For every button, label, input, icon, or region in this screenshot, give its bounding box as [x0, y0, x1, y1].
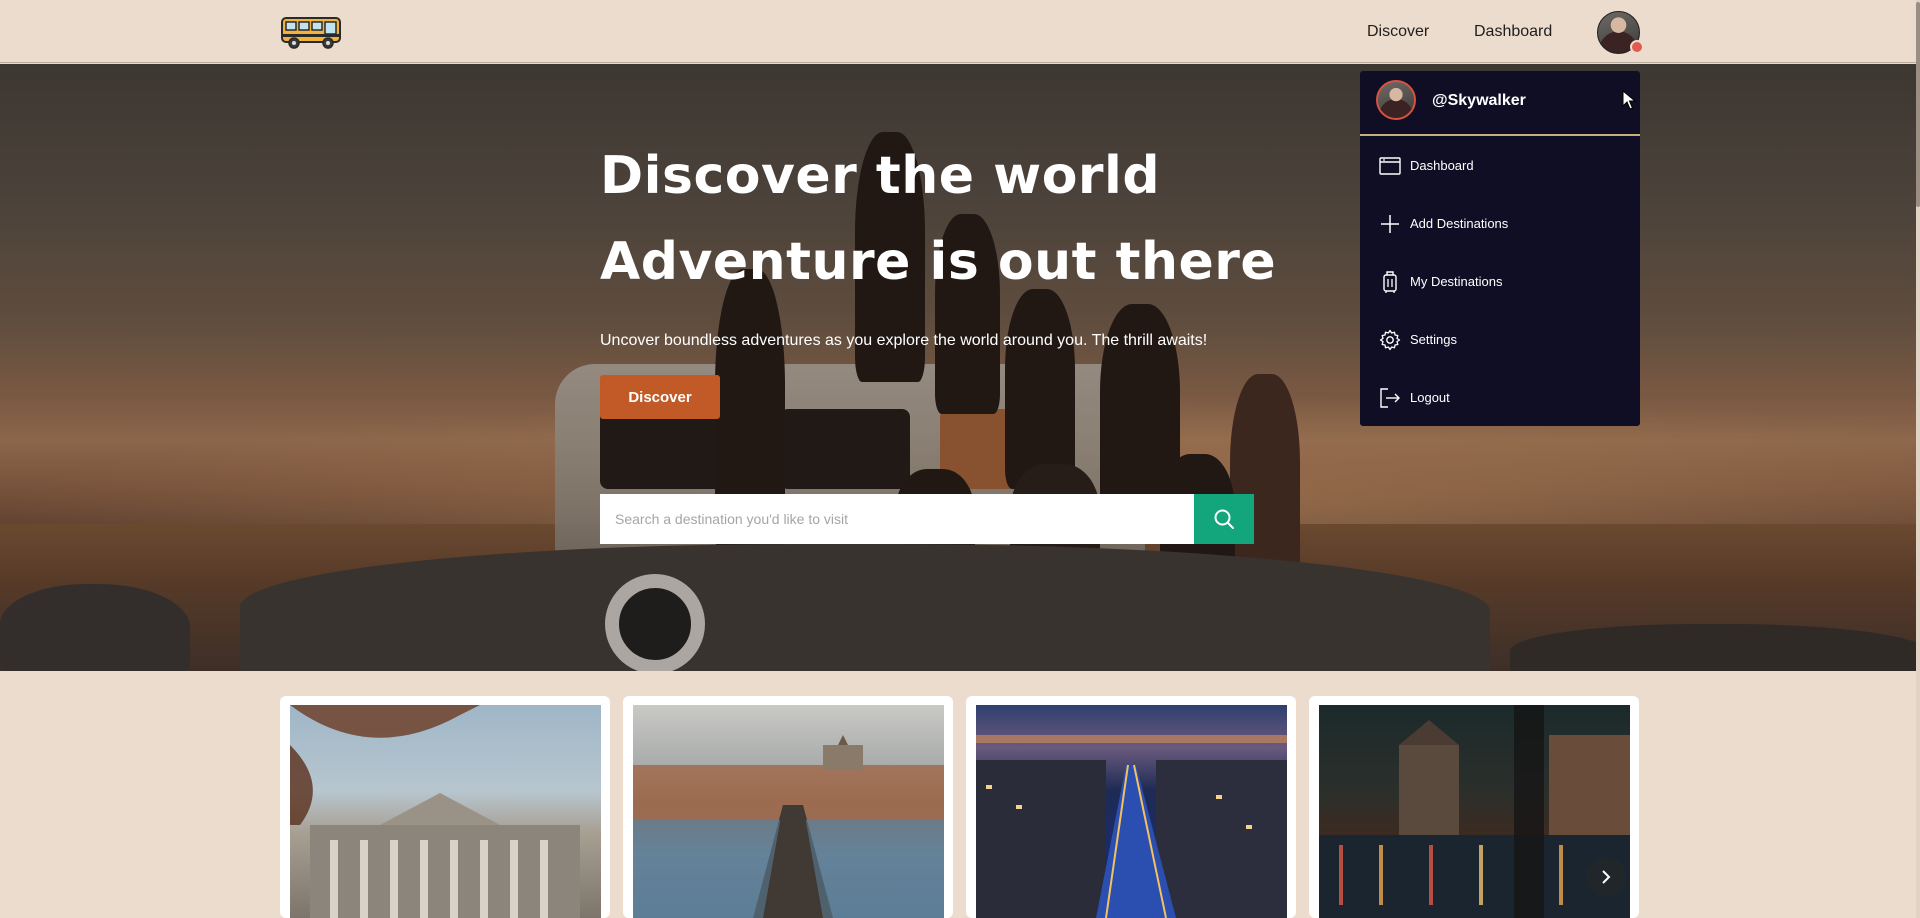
user-dropdown-menu: @Skywalker Dashboard Add Destinations My… [1360, 71, 1640, 426]
discover-button[interactable]: Discover [600, 375, 720, 419]
menu-item-settings[interactable]: Settings [1360, 315, 1640, 365]
carousel-next-button[interactable] [1586, 857, 1626, 897]
destination-card[interactable] [623, 696, 953, 918]
gear-icon [1379, 329, 1401, 351]
menu-item-label: Settings [1410, 332, 1457, 347]
menu-item-label: Logout [1410, 390, 1450, 405]
school-bus-logo-icon[interactable] [280, 14, 344, 50]
avatar-status-badge [1630, 40, 1644, 54]
menu-item-label: Dashboard [1410, 158, 1474, 173]
reichstag-building-photo [290, 705, 601, 918]
top-navbar: Discover Dashboard [0, 0, 1916, 63]
dublin-river-night-photo [976, 705, 1287, 918]
dashboard-window-icon [1379, 157, 1401, 175]
destination-card[interactable] [966, 696, 1296, 918]
chevron-right-icon [1602, 870, 1611, 884]
plus-icon [1381, 215, 1399, 233]
luggage-icon [1383, 271, 1397, 293]
menu-item-label: Add Destinations [1410, 216, 1509, 231]
logout-icon [1380, 388, 1400, 408]
hero-title-line-1: Discover the world [600, 146, 1161, 206]
menu-item-add-destinations[interactable]: Add Destinations [1360, 199, 1640, 249]
hero-title-line-2: Adventure is out there [600, 232, 1277, 292]
nav-link-discover[interactable]: Discover [1367, 23, 1429, 41]
amsterdam-canal-night-photo [1319, 705, 1630, 918]
destination-card[interactable] [280, 696, 610, 918]
menu-item-dashboard[interactable]: Dashboard [1360, 141, 1640, 191]
mouse-cursor-icon [1622, 90, 1636, 110]
dropdown-username: @Skywalker [1432, 92, 1526, 109]
dropdown-header: @Skywalker [1360, 71, 1640, 136]
nav-link-dashboard[interactable]: Dashboard [1474, 23, 1552, 41]
hero-subtitle: Uncover boundless adventures as you expl… [600, 332, 1208, 349]
dropdown-avatar [1376, 80, 1416, 120]
prague-charles-bridge-photo [633, 705, 944, 918]
search-button[interactable] [1194, 494, 1254, 544]
page-scrollbar[interactable] [1916, 0, 1920, 918]
menu-item-label: My Destinations [1410, 274, 1503, 289]
scrollbar-thumb[interactable] [1916, 2, 1920, 207]
search-icon [1214, 509, 1234, 529]
menu-item-logout[interactable]: Logout [1360, 373, 1640, 423]
destination-search-input[interactable] [600, 494, 1194, 544]
menu-item-my-destinations[interactable]: My Destinations [1360, 257, 1640, 307]
